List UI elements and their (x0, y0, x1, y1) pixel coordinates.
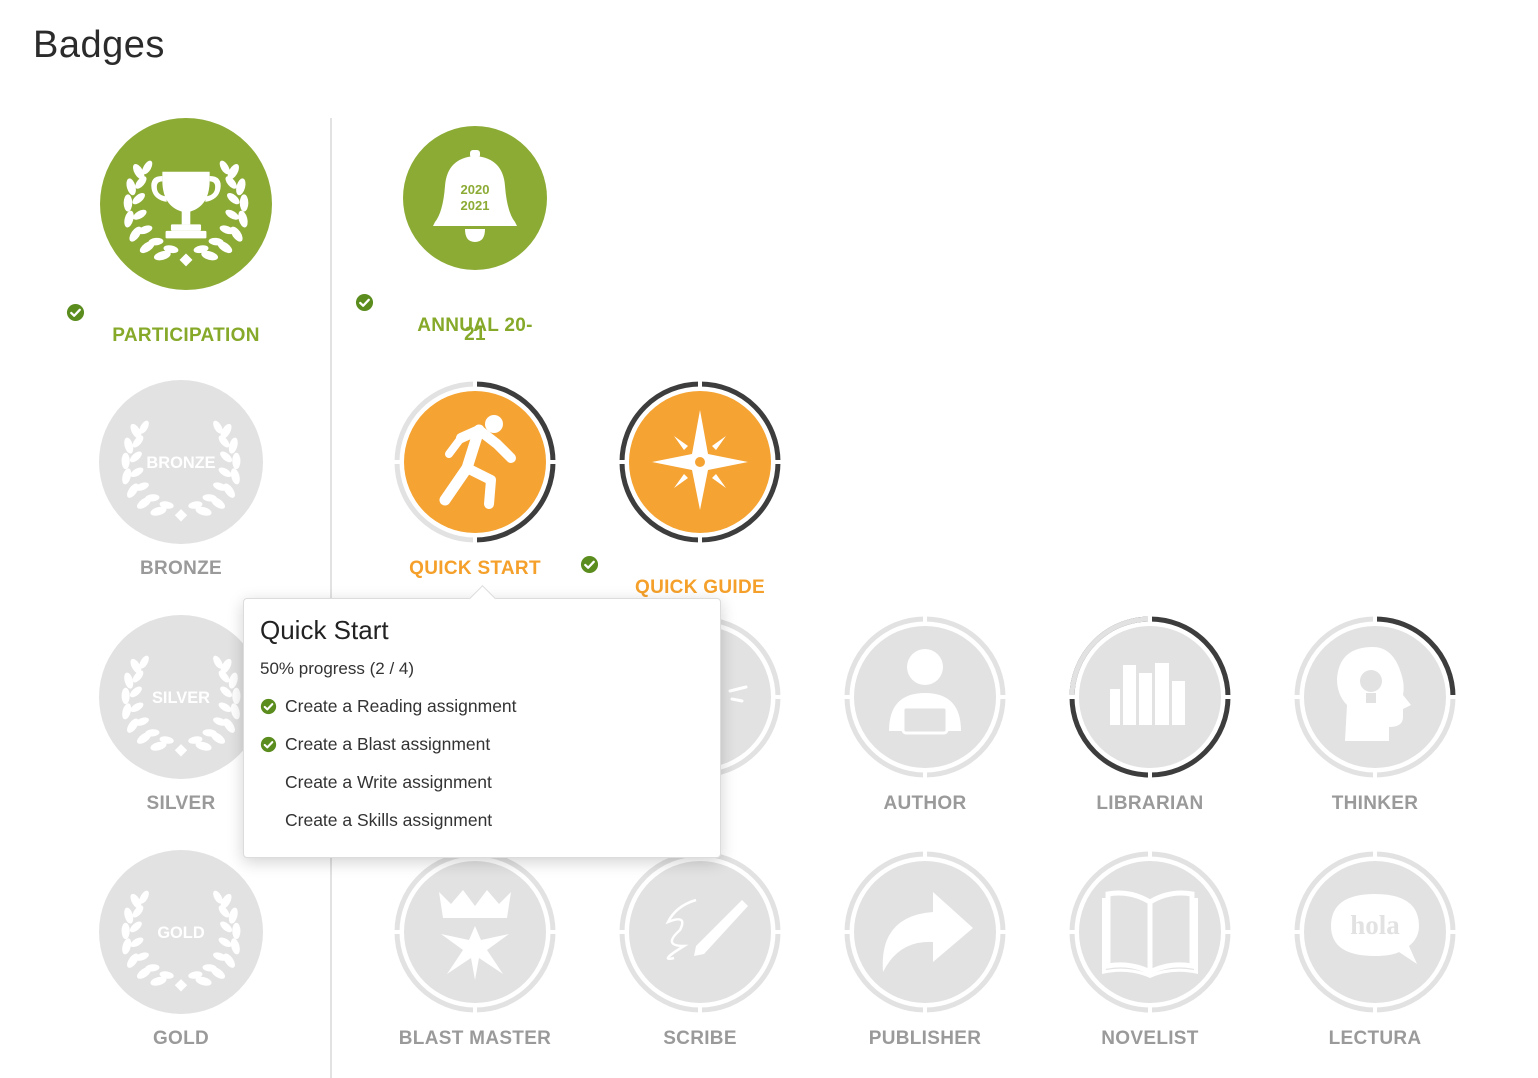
head-lightbulb-icon (1293, 615, 1457, 779)
badge-quick-guide[interactable]: QUICK GUIDE (580, 380, 820, 598)
badge-inner-text: BRONZE (146, 454, 215, 472)
crown-burst-icon (393, 850, 557, 1014)
badge-label: QUICK START (409, 558, 541, 579)
badge-label: SCRIBE (663, 1028, 737, 1049)
badge-inner-text: SILVER (152, 689, 210, 707)
check-icon (260, 698, 277, 715)
badge-author[interactable]: AUTHOR (805, 615, 1045, 825)
badge-quick-start[interactable]: QUICK START (355, 380, 595, 590)
badge-inner-text: GOLD (157, 924, 205, 942)
share-arrow-icon (843, 850, 1007, 1014)
laurel-icon: GOLD (99, 850, 263, 1014)
badge-lectura[interactable]: hola LECTURA (1255, 850, 1495, 1060)
check-icon (66, 303, 85, 322)
badge-publisher[interactable]: PUBLISHER (805, 850, 1045, 1060)
badge-label: PARTICIPATION (66, 303, 306, 350)
bell-year-2: 2021 (461, 198, 490, 213)
task-text: Create a Blast assignment (285, 734, 491, 754)
popover-title: Quick Start (260, 615, 389, 645)
badge-annual[interactable]: 2020 2021 ANNUAL 20- 21 (355, 126, 595, 356)
check-icon (355, 293, 374, 312)
quick-start-popover: Quick Start 50% progress (2 / 4) Create … (243, 585, 721, 858)
badge-label-text: QUICK GUIDE (635, 577, 765, 598)
runner-icon (393, 380, 557, 544)
badge-gold[interactable]: GOLD GOLD (61, 850, 301, 1060)
badge-label-line2: 21 (464, 324, 486, 345)
badge-label: LECTURA (1328, 1028, 1422, 1049)
badge-label-text: PARTICIPATION (112, 325, 260, 346)
compass-star-icon (618, 380, 782, 544)
task-text: Create a Skills assignment (285, 810, 493, 830)
badge-label: THINKER (1331, 793, 1419, 814)
pen-icon (618, 850, 782, 1014)
badge-bronze[interactable]: BRONZE BRONZE (61, 380, 301, 590)
badge-blast-master[interactable]: BLAST MASTER (355, 850, 595, 1060)
task-text: Create a Reading assignment (285, 696, 517, 716)
badge-scribe[interactable]: SCRIBE (580, 850, 820, 1060)
badge-novelist[interactable]: NOVELIST (1030, 850, 1270, 1060)
bell-icon: 2020 2021 (403, 126, 547, 270)
check-icon (260, 736, 277, 753)
badge-label: BRONZE (139, 558, 223, 579)
popover-progress: 50% progress (2 / 4) (260, 659, 415, 678)
task-text: Create a Write assignment (285, 772, 492, 792)
badge-label: NOVELIST (1101, 1028, 1199, 1049)
badge-label: PUBLISHER (868, 1028, 982, 1049)
check-icon (580, 555, 599, 574)
open-book-icon (1068, 850, 1232, 1014)
laurel-icon: SILVER (99, 615, 263, 779)
badge-label: QUICK GUIDE (580, 555, 820, 602)
page-title: Badges (33, 24, 165, 66)
trophy-laurel-icon (100, 118, 272, 290)
badge-label: BLAST MASTER (398, 1028, 552, 1049)
badge-label: GOLD (152, 1028, 210, 1049)
badge-label: LIBRARIAN (1096, 793, 1204, 814)
badge-thinker[interactable]: THINKER (1255, 615, 1495, 825)
badge-label: AUTHOR (883, 793, 967, 814)
badge-participation[interactable]: PARTICIPATION (66, 118, 306, 346)
reader-person-icon (843, 615, 1007, 779)
bubble-text: hola (1350, 910, 1400, 940)
badge-librarian[interactable]: LIBRARIAN (1030, 615, 1270, 825)
laurel-icon: BRONZE (99, 380, 263, 544)
speech-bubble-icon: hola (1293, 850, 1457, 1014)
bell-year-1: 2020 (461, 182, 490, 197)
books-icon (1068, 615, 1232, 779)
